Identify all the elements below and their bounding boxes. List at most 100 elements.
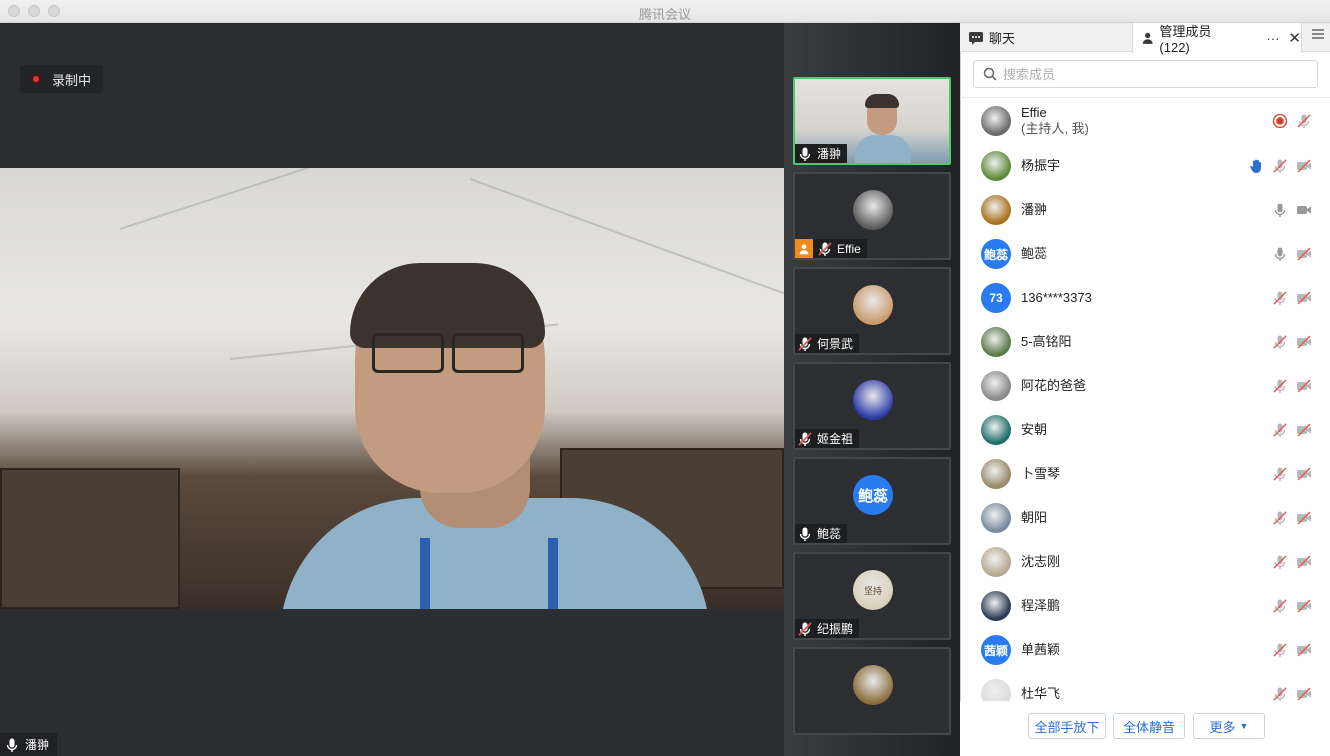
mic-icon <box>6 738 18 752</box>
member-search[interactable] <box>973 60 1318 88</box>
member-row[interactable]: 73 136****3373 <box>960 276 1330 320</box>
close-panel-button[interactable]: ✕ <box>1288 29 1301 47</box>
mic-icon[interactable] <box>1272 202 1288 218</box>
panel-tabs: 聊天 管理成员 (122) ··· ✕ <box>960 23 1330 55</box>
member-row[interactable]: 卜雪琴 <box>960 452 1330 496</box>
tile-name: 何景武 <box>817 337 854 351</box>
member-avatar: 73 <box>981 283 1011 313</box>
mic-muted-icon[interactable] <box>1272 422 1288 438</box>
member-avatar <box>981 415 1011 445</box>
camera-off-icon[interactable] <box>1296 554 1312 570</box>
mic-muted-icon[interactable] <box>1272 598 1288 614</box>
tile-name: 鲍蕊 <box>817 527 842 541</box>
recording-indicator[interactable]: 录制中 <box>20 65 104 93</box>
speaker-video <box>0 168 784 609</box>
camera-off-icon[interactable] <box>1296 246 1312 262</box>
gallery-tile[interactable]: 潘翀 <box>793 77 951 165</box>
member-avatar <box>981 106 1011 136</box>
tab-chat[interactable]: 聊天 <box>960 23 1132 52</box>
window-title: 腾讯会议 <box>638 7 691 22</box>
member-row[interactable]: 潘翀 <box>960 188 1330 232</box>
more-options-button[interactable]: ··· <box>1266 31 1279 46</box>
camera-off-icon[interactable] <box>1296 158 1312 174</box>
avatar <box>853 665 893 705</box>
member-avatar: 茜颖 <box>981 635 1011 665</box>
menu-icon[interactable] <box>1312 29 1324 41</box>
lower-all-hands-button[interactable]: 全部手放下 <box>1028 713 1106 739</box>
camera-off-icon[interactable] <box>1296 510 1312 526</box>
camera-off-icon[interactable] <box>1296 466 1312 482</box>
member-name: 潘翀 <box>1021 202 1048 217</box>
member-name-block: 5-高铭阳 <box>1021 334 1072 350</box>
member-avatar <box>981 151 1011 181</box>
mute-all-button[interactable]: 全体静音 <box>1113 713 1185 739</box>
gallery-tile[interactable]: 坚持 纪振鹏 <box>793 552 951 640</box>
member-name: 杨振宇 <box>1021 158 1061 173</box>
member-list[interactable]: Effie (主持人, 我) 杨振宇潘翀鲍蕊 鲍蕊 73 136****3373 5-高铭阳… <box>960 97 1330 701</box>
camera-off-icon[interactable] <box>1296 334 1312 350</box>
member-row[interactable]: 沈志刚 <box>960 540 1330 584</box>
camera-off-icon[interactable] <box>1296 378 1312 394</box>
member-row[interactable]: 安朝 <box>960 408 1330 452</box>
camera-off-icon[interactable] <box>1296 642 1312 658</box>
member-name-block: 程泽鹏 <box>1021 598 1060 614</box>
mic-muted-icon[interactable] <box>1272 334 1288 350</box>
member-name-block: Effie (主持人, 我) <box>1021 105 1089 137</box>
member-row[interactable]: 杜华飞 <box>960 672 1330 701</box>
gallery-tile[interactable] <box>793 647 951 735</box>
person-shirt <box>855 135 911 163</box>
mic-muted-icon[interactable] <box>1272 554 1288 570</box>
main-video-area[interactable]: 录制中 潘翀 <box>0 23 784 756</box>
member-controls <box>1272 422 1312 438</box>
gallery-tile[interactable]: 鲍蕊 鲍蕊 <box>793 457 951 545</box>
mic-muted-icon <box>798 621 812 636</box>
camera-off-icon[interactable] <box>1296 290 1312 306</box>
mic-muted-icon[interactable] <box>1272 378 1288 394</box>
tab-members[interactable]: 管理成员 (122) ··· ✕ <box>1132 23 1302 55</box>
recording-label: 录制中 <box>52 72 92 88</box>
bookshelf <box>0 468 180 609</box>
video-gallery[interactable]: 潘翀 Effie 何景武姬金祖 鲍蕊 鲍蕊 坚持 纪振鹏 <box>784 23 960 756</box>
member-name-block: 单茜颖 <box>1021 642 1060 658</box>
member-row[interactable]: 朝阳 <box>960 496 1330 540</box>
mic-muted-icon[interactable] <box>1272 510 1288 526</box>
search-input[interactable] <box>1003 66 1303 82</box>
mic-muted-icon[interactable] <box>1272 642 1288 658</box>
mic-icon[interactable] <box>1272 246 1288 262</box>
mic-muted-icon[interactable] <box>1296 113 1312 129</box>
host-icon <box>795 239 813 258</box>
more-button[interactable]: 更多 ▼ <box>1193 713 1265 739</box>
gallery-tile[interactable]: Effie <box>793 172 951 260</box>
gallery-tile[interactable]: 何景武 <box>793 267 951 355</box>
member-row[interactable]: 阿花的爸爸 <box>960 364 1330 408</box>
mic-muted-icon[interactable] <box>1272 466 1288 482</box>
gallery-tile[interactable]: 姬金祖 <box>793 362 951 450</box>
mic-muted-icon[interactable] <box>1272 686 1288 701</box>
member-controls <box>1272 378 1312 394</box>
member-row[interactable]: Effie (主持人, 我) <box>960 98 1330 144</box>
camera-off-icon[interactable] <box>1296 598 1312 614</box>
camera-icon[interactable] <box>1296 202 1312 218</box>
member-row[interactable]: 杨振宇 <box>960 144 1330 188</box>
tab-members-label: 管理成员 (122) <box>1159 24 1212 55</box>
member-row[interactable]: 茜颖 单茜颖 <box>960 628 1330 672</box>
member-name-block: 阿花的爸爸 <box>1021 378 1086 394</box>
member-name: 朝阳 <box>1021 510 1048 525</box>
camera-off-icon[interactable] <box>1296 686 1312 701</box>
person-icon <box>1142 32 1153 44</box>
member-avatar <box>981 679 1011 701</box>
raised-hand-icon[interactable] <box>1248 158 1264 174</box>
member-row[interactable]: 5-高铭阳 <box>960 320 1330 364</box>
title-bar: 腾讯会议 <box>0 0 1330 23</box>
person-hair <box>865 94 899 108</box>
mic-muted-icon[interactable] <box>1272 158 1288 174</box>
member-controls <box>1272 554 1312 570</box>
member-name: 程泽鹏 <box>1021 598 1061 613</box>
member-avatar <box>981 327 1011 357</box>
member-row[interactable]: 程泽鹏 <box>960 584 1330 628</box>
member-row[interactable]: 鲍蕊 鲍蕊 <box>960 232 1330 276</box>
mic-muted-icon[interactable] <box>1272 290 1288 306</box>
camera-off-icon[interactable] <box>1296 422 1312 438</box>
member-name: 卜雪琴 <box>1021 466 1061 481</box>
member-name: 单茜颖 <box>1021 642 1061 657</box>
